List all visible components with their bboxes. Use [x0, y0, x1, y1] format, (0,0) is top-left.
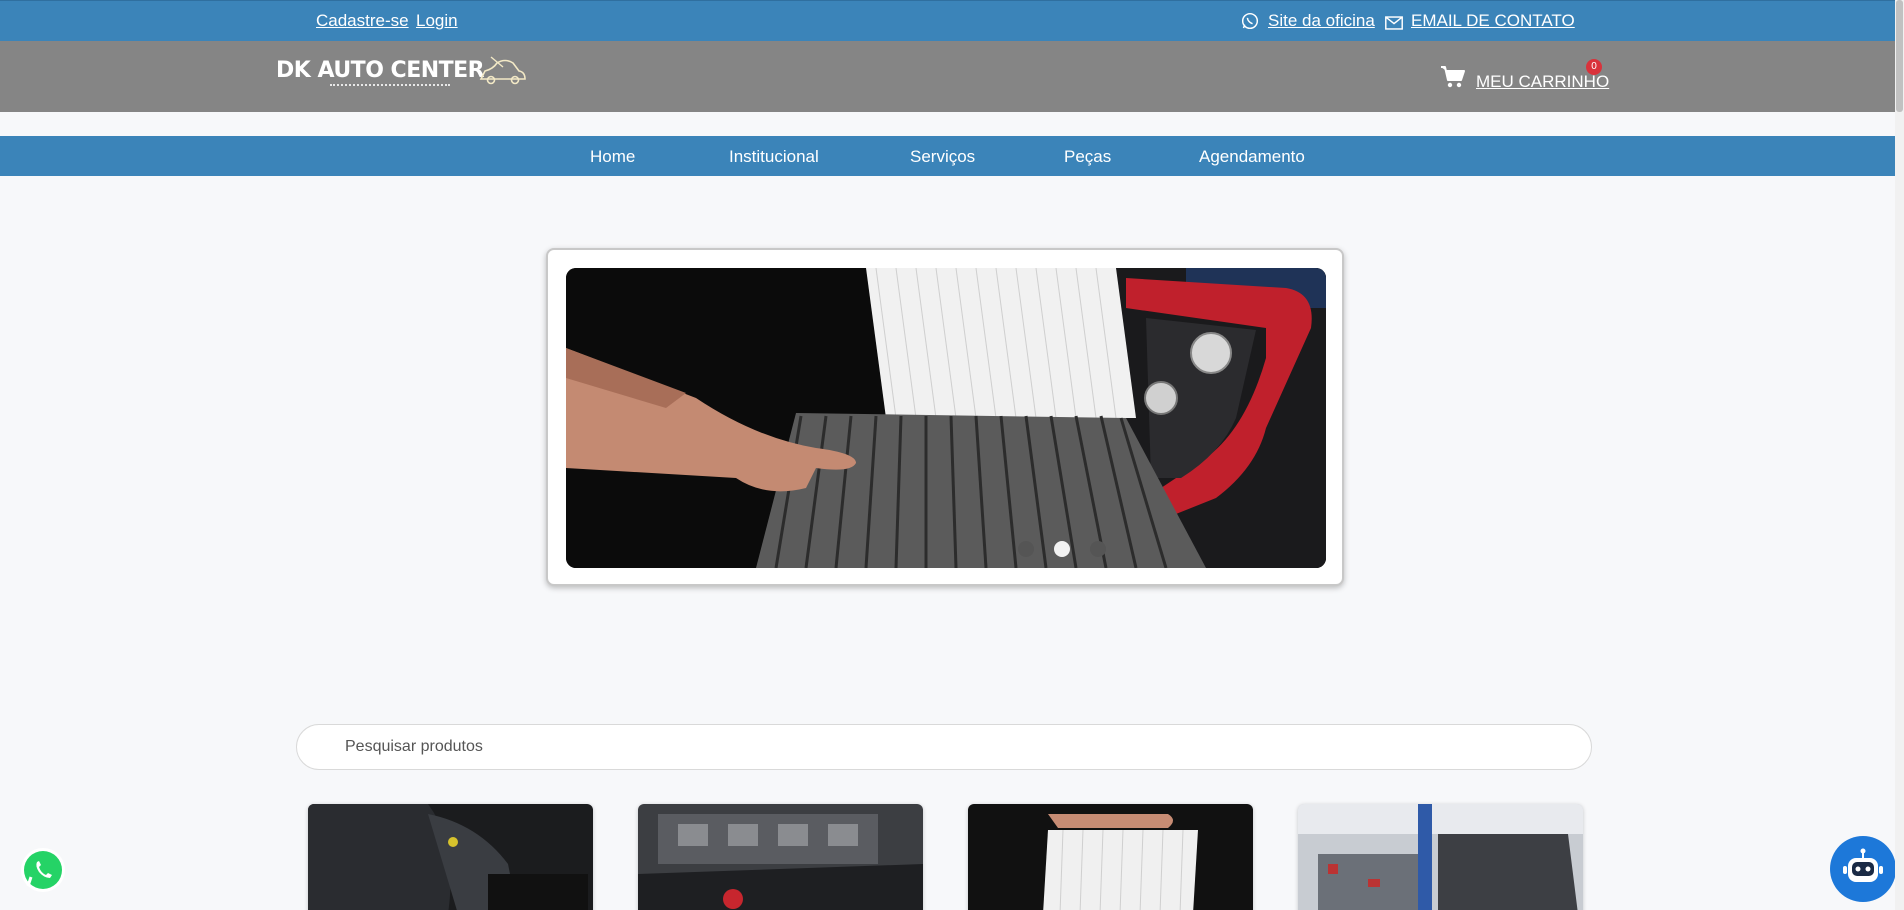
- product-search-input[interactable]: [296, 724, 1592, 770]
- main-nav: Home Institucional Serviços Peças Agenda…: [0, 136, 1895, 176]
- logo-tagline-decoration: [330, 84, 450, 89]
- product-image: [308, 804, 593, 910]
- chatbot-button[interactable]: [1830, 836, 1896, 902]
- carousel-dot-2[interactable]: [1054, 541, 1070, 557]
- whatsapp-float-button[interactable]: [19, 846, 67, 894]
- product-card-2[interactable]: [638, 804, 923, 910]
- site-header: DK AUTO CENTER MEU CARRINHO 0: [0, 41, 1895, 112]
- signup-link[interactable]: Cadastre-se: [316, 11, 409, 31]
- product-card-1[interactable]: [308, 804, 593, 910]
- logo-text: DK AUTO CENTER: [276, 58, 485, 83]
- cart-count-badge: 0: [1586, 59, 1602, 75]
- cart-label: MEU CARRINHO: [1476, 72, 1610, 91]
- workshop-site-link[interactable]: Site da oficina: [1268, 11, 1375, 31]
- contact-email-link[interactable]: EMAIL DE CONTATO: [1411, 11, 1575, 31]
- product-image: [1298, 804, 1583, 910]
- cart-icon: [1441, 66, 1465, 88]
- scrollbar-thumb[interactable]: [1896, 0, 1903, 112]
- carousel-slide-image: [566, 268, 1326, 568]
- whatsapp-icon: [1241, 12, 1259, 30]
- site-logo[interactable]: DK AUTO CENTER: [276, 54, 528, 98]
- car-logo-icon: [479, 56, 526, 85]
- product-image: [638, 804, 923, 910]
- hero-carousel: [546, 248, 1344, 586]
- nav-pecas[interactable]: Peças: [1064, 147, 1111, 167]
- nav-servicos[interactable]: Serviços: [910, 147, 975, 167]
- nav-institucional[interactable]: Institucional: [729, 147, 819, 167]
- nav-agendamento[interactable]: Agendamento: [1199, 147, 1305, 167]
- mail-icon: [1385, 16, 1403, 30]
- robot-icon: [1843, 848, 1883, 882]
- nav-home[interactable]: Home: [590, 147, 635, 167]
- cart-button[interactable]: MEU CARRINHO 0: [1440, 59, 1609, 95]
- login-link[interactable]: Login: [416, 11, 458, 31]
- top-bar: Cadastre-se Login Site da oficina EMAIL …: [0, 0, 1895, 41]
- product-card-3[interactable]: [968, 804, 1253, 910]
- product-image: [968, 804, 1253, 910]
- product-card-4[interactable]: [1298, 804, 1583, 910]
- carousel-dot-3[interactable]: [1090, 541, 1106, 557]
- page-scrollbar[interactable]: [1895, 0, 1904, 910]
- carousel-dot-1[interactable]: [1018, 541, 1034, 557]
